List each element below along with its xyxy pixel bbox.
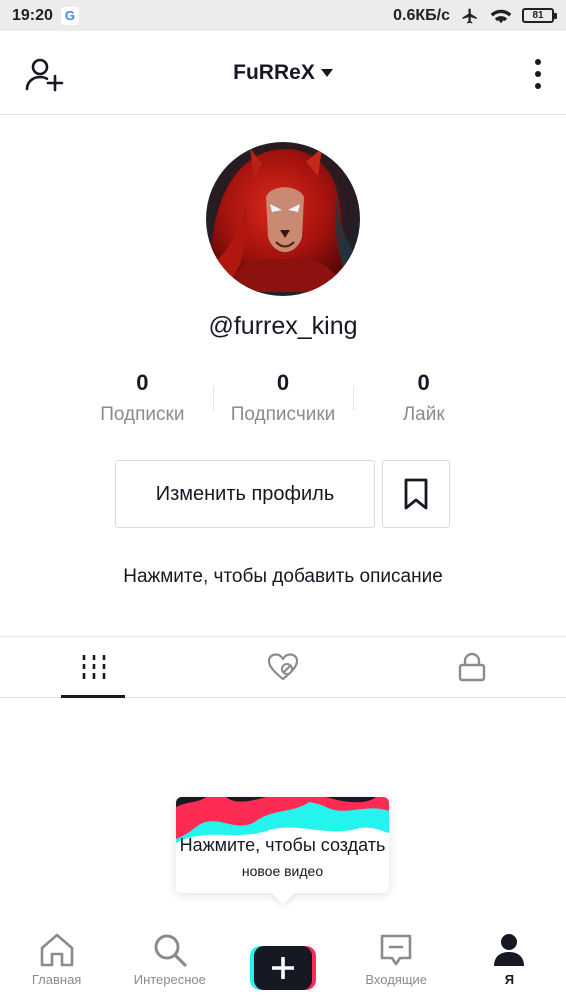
search-icon [154, 934, 187, 967]
wifi-icon [490, 9, 512, 23]
inbox-icon [380, 934, 412, 966]
nav-create[interactable] [226, 924, 339, 1004]
avatar[interactable] [206, 142, 360, 296]
tab-private[interactable] [377, 637, 566, 697]
account-switcher[interactable]: FuRReX [233, 61, 333, 85]
stat-following-label: Подписки [100, 404, 185, 425]
create-button[interactable] [250, 946, 316, 990]
nav-discover-label: Интересное [133, 972, 206, 987]
tooltip-title: Нажмите, чтобы создать [179, 835, 386, 855]
content-tabs [0, 636, 566, 698]
network-speed: 0.6КБ/с [393, 6, 450, 24]
stat-following[interactable]: 0 Подписки [72, 370, 213, 426]
profile-stats: 0 Подписки 0 Подписчики 0 Лайк [72, 370, 494, 426]
status-time: 19:20 [12, 6, 53, 24]
create-video-tooltip[interactable]: Нажмите, чтобы создать новое видео [176, 797, 389, 893]
profile-icon [494, 934, 525, 966]
stat-divider [353, 386, 354, 410]
airplane-icon [462, 8, 477, 23]
status-bar: 19:20 G 0.6КБ/с 81 [0, 0, 566, 31]
nav-profile[interactable]: Я [453, 924, 566, 1004]
favorites-button[interactable] [382, 460, 450, 528]
caret-down-icon [320, 68, 333, 77]
tab-videos[interactable] [0, 637, 189, 698]
stat-followers-label: Подписчики [230, 404, 336, 425]
stat-divider [213, 386, 214, 410]
stat-likes[interactable]: 0 Лайк [353, 370, 494, 426]
lock-icon [458, 652, 485, 682]
nav-inbox[interactable]: Входящие [340, 924, 453, 1004]
stat-followers[interactable]: 0 Подписчики [213, 370, 354, 426]
nav-profile-label: Я [504, 972, 515, 987]
more-options-icon[interactable] [532, 57, 544, 91]
nav-home[interactable]: Главная [0, 924, 113, 1004]
add-user-icon[interactable] [24, 55, 64, 95]
stat-followers-value: 0 [276, 370, 290, 395]
tooltip-subtitle: новое видео [241, 863, 324, 879]
nav-inbox-label: Входящие [365, 972, 428, 987]
stat-likes-label: Лайк [402, 404, 445, 425]
google-notification-icon: G [60, 6, 79, 25]
add-bio-hint[interactable]: Нажмите, чтобы добавить описание [0, 566, 566, 588]
stat-following-value: 0 [136, 370, 149, 395]
header-title: FuRReX [233, 60, 315, 84]
create-button-core [254, 946, 312, 990]
liked-heart-icon [267, 653, 299, 681]
home-icon [40, 933, 73, 967]
tab-liked[interactable] [189, 637, 378, 697]
nav-discover[interactable]: Интересное [113, 924, 226, 1004]
stat-likes-value: 0 [417, 370, 430, 395]
bookmark-icon [404, 478, 428, 510]
bottom-navigation: Главная Интересное Входящие Я [0, 924, 566, 1004]
plus-icon [272, 957, 294, 979]
username: @furrex_king [208, 312, 358, 340]
avatar-image [206, 142, 360, 296]
grid-icon [83, 655, 106, 679]
battery-indicator: 81 [522, 8, 557, 23]
profile-header: FuRReX [0, 31, 566, 115]
nav-home-label: Главная [31, 972, 82, 987]
status-right: 0.6КБ/с 81 [393, 6, 557, 25]
edit-profile-button[interactable]: Изменить профиль [115, 460, 375, 528]
